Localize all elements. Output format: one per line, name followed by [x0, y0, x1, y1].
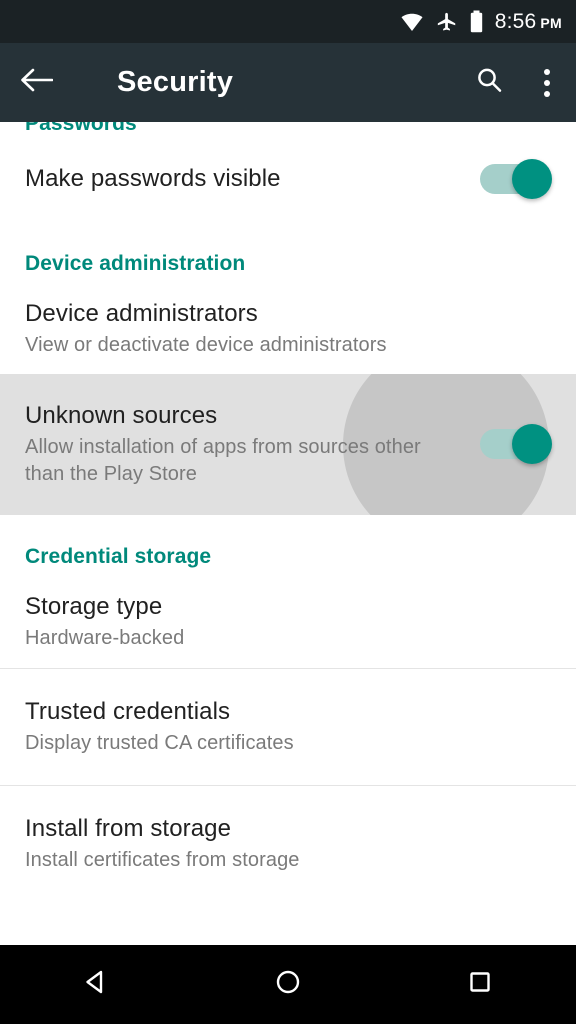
section-header-passwords-label: Passwords — [25, 122, 137, 135]
page-title: Security — [117, 66, 234, 98]
row-device-administrators[interactable]: Device administrators View or deactivate… — [0, 284, 576, 374]
app-bar-actions — [460, 43, 576, 122]
section-header-passwords: Passwords — [0, 122, 576, 136]
status-bar-clock: 8:56 PM — [495, 10, 562, 34]
row-title: Unknown sources — [25, 401, 218, 429]
status-bar: 8:56 PM — [0, 0, 576, 43]
nav-recents-icon — [465, 967, 495, 1002]
nav-home-icon — [273, 967, 303, 1002]
row-make-passwords-visible[interactable]: Make passwords visible — [0, 136, 576, 222]
back-button[interactable] — [0, 43, 72, 122]
row-trusted-credentials[interactable]: Trusted credentials Display trusted CA c… — [0, 669, 576, 785]
row-title: Device administrators — [25, 299, 258, 327]
battery-icon — [469, 10, 484, 33]
back-arrow-icon — [19, 65, 54, 100]
nav-home-button[interactable] — [233, 945, 343, 1024]
row-summary: View or deactivate device administrators — [25, 333, 387, 356]
section-header-device-administration-label: Device administration — [25, 252, 246, 275]
row-title: Make passwords visible — [25, 164, 281, 192]
overflow-menu-icon — [544, 68, 550, 97]
clock-time: 8:56 — [494, 9, 537, 33]
section-header-credential-storage-label: Credential storage — [25, 545, 212, 568]
airplane-mode-icon — [436, 11, 458, 33]
nav-back-button[interactable] — [41, 945, 151, 1024]
row-install-from-storage[interactable]: Install from storage Install certificate… — [0, 786, 576, 902]
row-summary: Install certificates from storage — [25, 848, 300, 871]
nav-recents-button[interactable] — [425, 945, 535, 1024]
search-button[interactable] — [460, 43, 518, 122]
section-header-credential-storage: Credential storage — [0, 515, 576, 577]
navigation-bar — [0, 945, 576, 1024]
toggle-make-passwords-visible[interactable] — [480, 159, 552, 199]
search-icon — [474, 65, 504, 100]
row-storage-type[interactable]: Storage type Hardware-backed — [0, 577, 576, 668]
row-title: Storage type — [25, 593, 163, 621]
toggle-thumb — [512, 424, 552, 464]
toggle-unknown-sources[interactable] — [480, 424, 552, 464]
section-header-device-administration: Device administration — [0, 222, 576, 284]
clock-ampm: PM — [540, 14, 562, 31]
overflow-menu-button[interactable] — [518, 43, 576, 122]
row-title: Trusted credentials — [25, 697, 231, 725]
settings-scroll-list[interactable]: Passwords Make passwords visible Device … — [0, 122, 576, 945]
nav-back-icon — [81, 967, 111, 1002]
row-summary: Display trusted CA certificates — [25, 731, 294, 754]
row-title: Install from storage — [25, 814, 232, 842]
wifi-icon — [399, 12, 425, 32]
toggle-thumb — [512, 159, 552, 199]
row-summary: Allow installation of apps from sources … — [25, 436, 421, 485]
app-bar: Security — [0, 43, 576, 122]
row-summary: Hardware-backed — [25, 627, 185, 650]
row-unknown-sources[interactable]: Unknown sources Allow installation of ap… — [0, 374, 576, 515]
